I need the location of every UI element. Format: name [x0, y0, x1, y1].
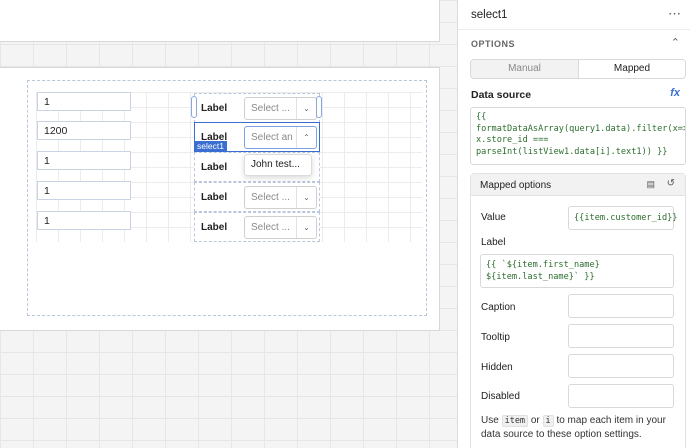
- value-label: Value: [481, 212, 506, 223]
- mode-toggle[interactable]: Manual Mapped: [470, 59, 686, 79]
- select-input[interactable]: Select ... ⌄: [244, 97, 317, 120]
- resize-handle-right[interactable]: [316, 96, 322, 118]
- select-label: Label: [201, 222, 228, 233]
- select-label: Label: [201, 192, 228, 203]
- hidden-label: Hidden: [481, 362, 513, 373]
- disabled-label: Disabled: [481, 391, 520, 402]
- more-horizontal-icon[interactable]: ⋯: [668, 6, 681, 22]
- chevron-down-icon[interactable]: ⌄: [296, 217, 316, 238]
- help-text: Use item or i to map each item in your d…: [481, 414, 681, 441]
- chevron-down-icon[interactable]: ⌄: [296, 187, 316, 208]
- select-row[interactable]: Label Select ... ⌄: [194, 182, 320, 212]
- chevron-down-icon[interactable]: ⌄: [296, 98, 316, 119]
- select-row[interactable]: Label Select ... ⌄: [194, 93, 320, 123]
- help-text-use: Use: [481, 415, 499, 426]
- select-placeholder: Select ...: [251, 192, 290, 203]
- number-input[interactable]: 1: [37, 211, 131, 230]
- tooltip-input[interactable]: [568, 324, 674, 348]
- mapped-options-title: Mapped options: [480, 180, 552, 191]
- mapped-options-card: Mapped options ▤ ↺ Value {{item.customer…: [470, 173, 686, 448]
- mode-manual-button[interactable]: Manual: [471, 60, 578, 78]
- chevron-up-icon[interactable]: ⌃: [671, 36, 680, 49]
- caption-label: Caption: [481, 302, 516, 313]
- number-input[interactable]: 1: [37, 151, 131, 170]
- resize-handle-left[interactable]: [191, 96, 197, 118]
- select-input[interactable]: Select an ⌃: [244, 126, 317, 149]
- disabled-input[interactable]: [568, 384, 674, 408]
- select-placeholder: Select an: [251, 132, 293, 143]
- data-source-label: Data source: [471, 89, 532, 101]
- reset-icon[interactable]: ↺: [667, 178, 675, 189]
- value-input[interactable]: {{item.customer_id}}: [568, 206, 678, 230]
- select-label: Label: [201, 162, 228, 173]
- label-label: Label: [481, 237, 506, 248]
- component-name[interactable]: select1: [471, 9, 507, 21]
- number-input[interactable]: 1: [37, 92, 131, 111]
- select-input[interactable]: Select ... ⌄: [244, 186, 317, 209]
- dropdown-option[interactable]: John test...: [244, 154, 312, 176]
- chevron-up-icon[interactable]: ⌃: [296, 127, 316, 148]
- select-placeholder: Select ...: [251, 103, 290, 114]
- document-icon[interactable]: ▤: [646, 179, 655, 190]
- help-code-i: i: [542, 415, 554, 427]
- mode-mapped-button[interactable]: Mapped: [578, 60, 685, 78]
- hidden-input[interactable]: [568, 354, 674, 378]
- selected-component-badge: select1: [194, 141, 227, 152]
- caption-input[interactable]: [568, 294, 674, 318]
- value-code: {{item.customer_id}}: [574, 213, 678, 223]
- section-title: OPTIONS: [471, 39, 516, 49]
- number-input[interactable]: 1200: [37, 121, 131, 140]
- data-source-code-input[interactable]: {{ formatDataAsArray(query1.data).filter…: [470, 107, 686, 165]
- select-label: Label: [201, 103, 228, 114]
- help-text-or: or: [530, 415, 540, 426]
- inspector-header: select1 ⋯: [458, 0, 690, 30]
- mapped-options-header: Mapped options ▤ ↺: [471, 174, 685, 196]
- fx-icon[interactable]: fx: [670, 87, 680, 99]
- select-placeholder: Select ...: [251, 222, 290, 233]
- select-input[interactable]: Select ... ⌄: [244, 216, 317, 239]
- help-code-item: item: [501, 415, 529, 427]
- number-input[interactable]: 1: [37, 181, 131, 200]
- label-code-input[interactable]: {{ `${item.first_name} ${item.last_name}…: [480, 254, 674, 288]
- editor-canvas[interactable]: 1 1200 1 1 1 Label Select ... ⌄ Label Se…: [0, 0, 457, 448]
- select-row[interactable]: Label Select ... ⌄: [194, 212, 320, 242]
- tooltip-label: Tooltip: [481, 332, 510, 343]
- inspector-panel: select1 ⋯ OPTIONS ⌃ Manual Mapped Data s…: [457, 0, 690, 448]
- top-container[interactable]: [0, 0, 440, 42]
